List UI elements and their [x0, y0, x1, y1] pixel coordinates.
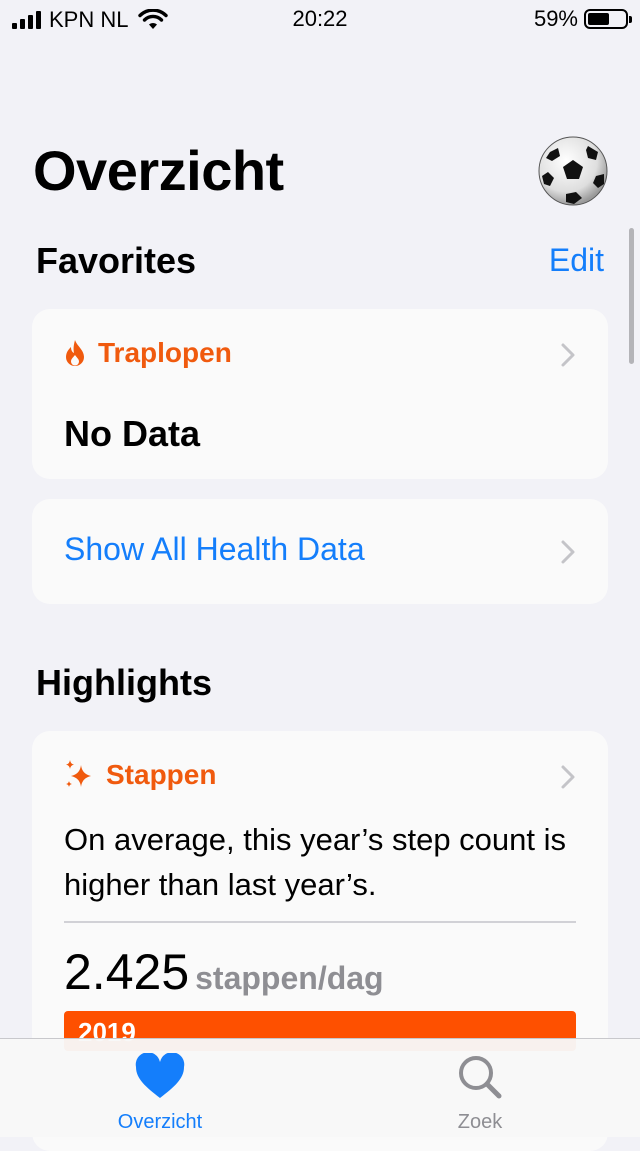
- edit-button[interactable]: Edit: [549, 242, 604, 279]
- status-right: 59%: [533, 6, 632, 32]
- page-title: Overzicht: [33, 139, 284, 202]
- scroll-indicator[interactable]: [629, 228, 634, 364]
- flame-icon: [66, 340, 84, 366]
- highlight-label: Stappen: [106, 759, 217, 790]
- chevron-right-icon: [561, 343, 575, 367]
- show-all-label: Show All Health Data: [64, 531, 365, 567]
- heart-icon: [135, 1053, 185, 1098]
- chevron-right-icon: [561, 540, 575, 564]
- tab-label-overzicht: Overzicht: [117, 1111, 203, 1133]
- sparkles-icon: [66, 760, 91, 787]
- favorite-card-traplopen[interactable]: Traplopen No Data: [32, 309, 608, 479]
- favorites-title: Favorites: [36, 240, 197, 281]
- highlights-title: Highlights: [36, 662, 212, 703]
- tab-bar: Overzicht Zoek: [0, 1038, 640, 1137]
- search-icon: [459, 1056, 502, 1099]
- tab-overzicht[interactable]: Overzicht: [60, 1039, 260, 1137]
- status-bar: KPN NL 20:22 59%: [0, 0, 640, 40]
- divider: [64, 921, 576, 923]
- battery-icon: [584, 9, 632, 29]
- favorite-value: No Data: [64, 413, 201, 454]
- steps-metric: 2.425 stappen/dag: [64, 943, 384, 1001]
- favorite-card-header: Traplopen: [64, 337, 232, 369]
- soccer-ball-avatar[interactable]: [538, 136, 608, 206]
- tab-zoek[interactable]: Zoek: [380, 1039, 580, 1137]
- highlight-card-header: Stappen: [64, 759, 216, 791]
- steps-value: 2.425: [64, 944, 190, 1000]
- battery-percent: 59%: [533, 6, 578, 31]
- favorite-label: Traplopen: [98, 337, 232, 368]
- chevron-right-icon: [561, 765, 575, 789]
- tab-label-zoek: Zoek: [457, 1111, 503, 1133]
- steps-unit: stappen/dag: [195, 960, 384, 996]
- highlight-text: On average, this year’s step count is hi…: [64, 822, 567, 902]
- show-all-health-data-button[interactable]: Show All Health Data: [32, 499, 608, 604]
